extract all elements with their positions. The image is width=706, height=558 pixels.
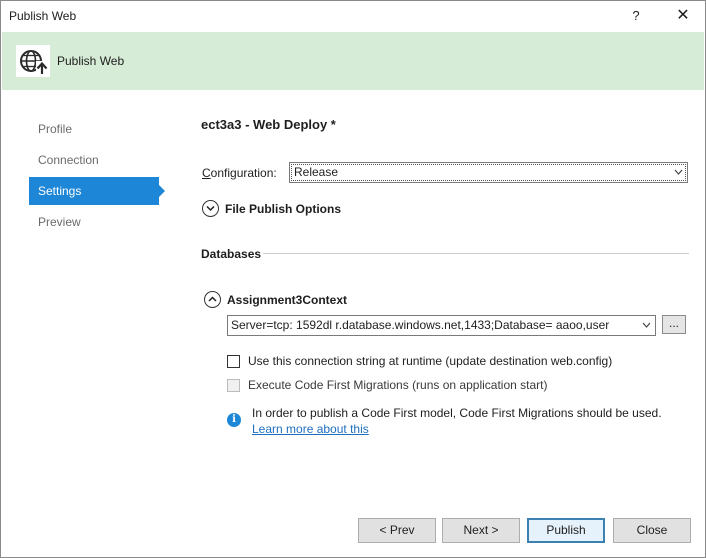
file-publish-options-expander[interactable]: File Publish Options: [202, 200, 341, 217]
file-publish-options-label: File Publish Options: [225, 201, 342, 216]
banner-title: Publish Web: [57, 54, 125, 68]
configuration-label-rest: onfiguration:: [210, 166, 277, 180]
expand-down-icon: [202, 200, 219, 217]
header-banner: Publish Web: [2, 32, 704, 90]
db-context-name: Assignment3Context: [227, 292, 348, 307]
use-connection-string-checkbox[interactable]: [227, 354, 240, 368]
prev-button[interactable]: < Prev: [358, 518, 436, 543]
use-connection-string-label: Use this connection string at runtime (u…: [248, 354, 613, 368]
chevron-down-icon: [642, 316, 651, 335]
nav-item-connection[interactable]: Connection: [29, 146, 169, 174]
publish-button[interactable]: Publish: [527, 518, 605, 543]
connection-string-value: Server=tcp: 1592dl r.database.windows.ne…: [231, 318, 610, 332]
code-first-migrations-checkbox: [227, 378, 240, 392]
info-message: In order to publish a Code First model, …: [252, 406, 662, 420]
learn-more-link[interactable]: Learn more about this: [252, 422, 369, 436]
configuration-value: Release: [294, 165, 339, 179]
section-divider: [263, 253, 689, 254]
window-title: Publish Web: [9, 9, 77, 23]
use-connection-string-row[interactable]: Use this connection string at runtime (u…: [227, 354, 612, 368]
connection-string-combobox[interactable]: Server=tcp: 1592dl r.database.windows.ne…: [227, 315, 656, 336]
chevron-down-icon: [674, 163, 683, 189]
nav-item-settings[interactable]: Settings: [29, 177, 165, 205]
nav-item-preview[interactable]: Preview: [29, 208, 169, 236]
code-first-migrations-label: Execute Code First Migrations (runs on a…: [248, 378, 548, 392]
help-button[interactable]: ?: [624, 6, 648, 26]
nav-item-profile[interactable]: Profile: [29, 115, 169, 143]
next-button[interactable]: Next >: [442, 518, 520, 543]
publish-web-dialog: Publish Web ? ✕ Publish Web Profile Conn…: [0, 0, 706, 558]
info-icon: i: [227, 413, 241, 427]
collapse-up-icon: [204, 291, 221, 308]
databases-header: Databases: [201, 247, 262, 261]
profile-title: ect3a3 - Web Deploy *: [201, 117, 336, 132]
configuration-select[interactable]: Release: [289, 162, 688, 183]
close-button[interactable]: Close: [613, 518, 691, 543]
db-context-expander[interactable]: Assignment3Context: [204, 291, 347, 308]
publish-globe-icon: [16, 45, 50, 77]
close-window-button[interactable]: ✕: [665, 4, 701, 28]
title-bar: Publish Web ? ✕: [1, 1, 705, 31]
code-first-migrations-row: Execute Code First Migrations (runs on a…: [227, 378, 547, 392]
browse-connection-button[interactable]: ...: [662, 315, 686, 334]
wizard-nav: Profile Connection Settings Preview: [29, 115, 169, 239]
configuration-label: Configuration:: [202, 166, 277, 180]
